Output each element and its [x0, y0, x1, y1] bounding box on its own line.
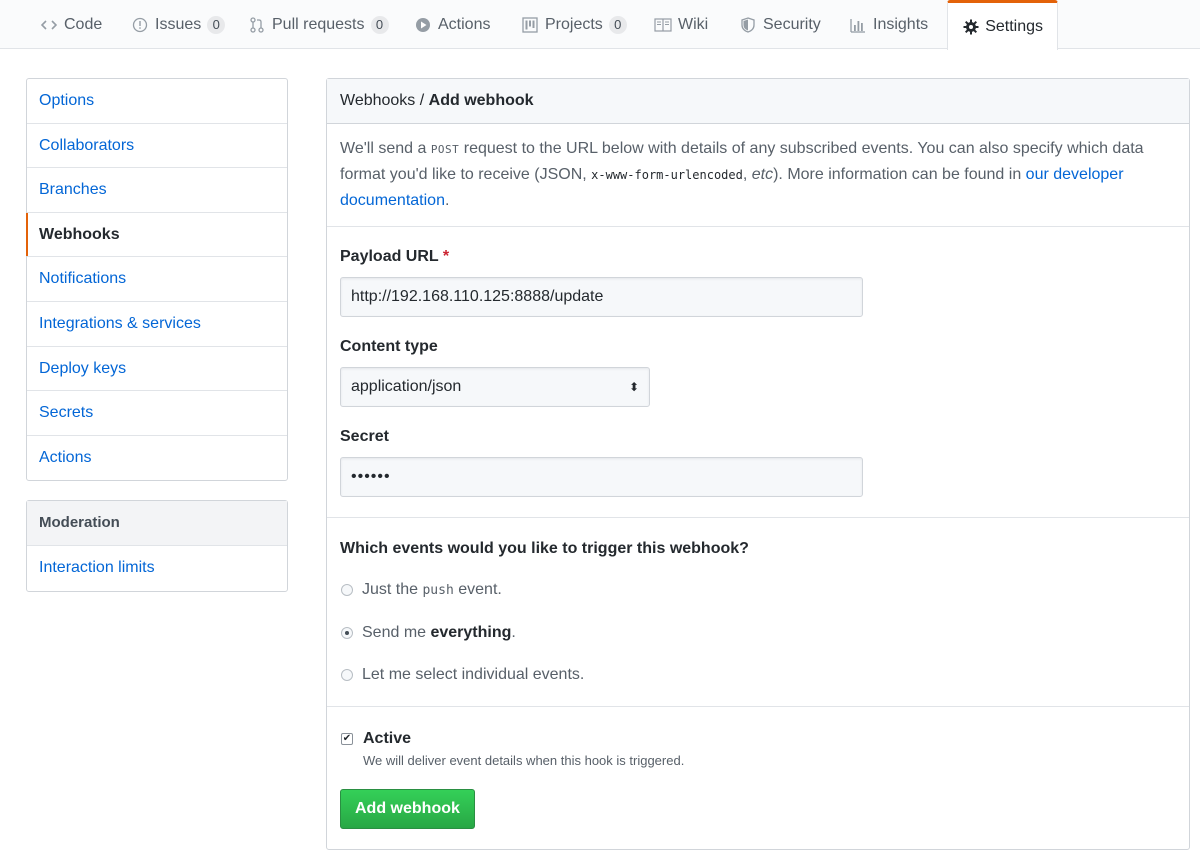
push-event-label: Just the push event.	[362, 581, 502, 599]
sidebar-item-options[interactable]: Options	[27, 79, 287, 124]
tab-projects[interactable]: Projects 0	[521, 0, 627, 49]
active-section: ✔ Active We will deliver event details w…	[327, 707, 1189, 847]
webhook-fields: Payload URL * http://192.168.110.125:888…	[327, 227, 1189, 518]
intro-text: We'll send a POST request to the URL bel…	[327, 124, 1189, 227]
tab-label: Issues	[155, 15, 202, 33]
repo-nav-tabs: Code Issues 0 Pull requests 0 Actions Pr…	[0, 0, 1200, 50]
option-text: Send me	[362, 624, 431, 641]
payload-url-label-text: Payload URL	[340, 248, 439, 265]
secret-label: Secret	[340, 428, 389, 445]
moderation-heading: Moderation	[27, 501, 287, 546]
tab-label: Projects	[545, 15, 603, 33]
intro-text-part: ,	[742, 166, 752, 183]
tab-label: Wiki	[678, 15, 709, 33]
event-option-individual[interactable]: Let me select individual events.	[341, 666, 584, 684]
post-method: POST	[430, 143, 460, 156]
everything-bold: everything	[430, 624, 512, 641]
event-option-push[interactable]: Just the push event.	[341, 581, 502, 599]
payload-url-label: Payload URL *	[340, 248, 449, 266]
option-text: .	[511, 624, 516, 641]
pull-requests-count-badge: 0	[370, 15, 389, 34]
everything-event-label: Send me everything.	[362, 624, 516, 642]
event-option-everything[interactable]: Send me everything.	[341, 624, 516, 642]
active-note: We will deliver event details when this …	[363, 753, 685, 768]
sidebar-item-collaborators[interactable]: Collaborators	[27, 124, 287, 169]
content-type-label: Content type	[340, 338, 438, 355]
required-mark: *	[442, 248, 450, 265]
sidebar-item-deploy-keys[interactable]: Deploy keys	[27, 347, 287, 392]
push-event-radio[interactable]	[341, 584, 353, 596]
breadcrumb-parent: Webhooks	[340, 92, 416, 109]
add-webhook-form: Webhooks / Add webhook We'll send a POST…	[326, 78, 1190, 850]
gear-icon	[962, 18, 979, 36]
active-checkbox[interactable]: ✔	[341, 733, 353, 745]
sidebar-item-branches[interactable]: Branches	[27, 168, 287, 213]
sidebar-item-actions[interactable]: Actions	[27, 436, 287, 481]
sidebar-item-integrations[interactable]: Integrations & services	[27, 302, 287, 347]
issues-count-badge: 0	[207, 15, 226, 34]
tab-label: Settings	[985, 17, 1043, 35]
tab-issues[interactable]: Issues 0	[131, 0, 226, 49]
tab-code[interactable]: Code	[40, 0, 102, 49]
select-arrows-icon: ⬍	[628, 380, 639, 394]
breadcrumb-separator: /	[415, 92, 429, 109]
option-text: event.	[453, 581, 502, 598]
tab-actions[interactable]: Actions	[414, 0, 490, 49]
individual-event-radio[interactable]	[341, 669, 353, 681]
tab-label: Actions	[438, 15, 491, 33]
push-code: push	[422, 583, 454, 598]
settings-sidebar: Options Collaborators Branches Webhooks …	[26, 78, 288, 482]
content-type-select[interactable]: application/json ⬍	[340, 367, 650, 407]
format-code: x-www-form-urlencoded	[591, 168, 743, 182]
pull-request-icon	[248, 16, 266, 34]
active-label: Active	[363, 730, 412, 747]
sidebar-item-webhooks[interactable]: Webhooks	[26, 212, 287, 258]
content-type-value: application/json	[351, 378, 462, 395]
breadcrumb: Webhooks / Add webhook	[327, 79, 1189, 124]
code-icon	[40, 16, 58, 34]
tab-insights[interactable]: Insights	[849, 0, 928, 49]
tab-label: Code	[64, 15, 103, 33]
project-icon	[521, 16, 539, 34]
tab-settings[interactable]: Settings	[947, 0, 1058, 50]
etc-text: etc	[751, 166, 774, 183]
sidebar-item-notifications[interactable]: Notifications	[27, 257, 287, 302]
shield-icon	[739, 16, 757, 34]
tab-label: Security	[763, 15, 821, 33]
graph-icon	[849, 16, 867, 34]
issue-icon	[131, 16, 149, 34]
secret-input[interactable]: ••••••	[340, 457, 863, 497]
tab-label: Insights	[873, 15, 929, 33]
option-text: Just the	[362, 581, 423, 598]
intro-text-part: ). More information can be found in	[773, 166, 1026, 183]
tab-security[interactable]: Security	[739, 0, 821, 49]
projects-count-badge: 0	[608, 15, 627, 34]
tab-wiki[interactable]: Wiki	[654, 0, 708, 49]
payload-url-input[interactable]: http://192.168.110.125:8888/update	[340, 277, 863, 317]
active-toggle[interactable]: ✔ Active	[341, 730, 411, 748]
book-icon	[654, 16, 672, 34]
sidebar-item-interaction-limits[interactable]: Interaction limits	[27, 546, 287, 591]
individual-event-label: Let me select individual events.	[362, 666, 585, 683]
events-section: Which events would you like to trigger t…	[327, 518, 1189, 707]
events-question: Which events would you like to trigger t…	[340, 540, 749, 557]
moderation-sidebar: Moderation Interaction limits	[26, 500, 288, 592]
page-title: Add webhook	[428, 92, 534, 109]
intro-text-part: .	[444, 192, 450, 209]
add-webhook-button[interactable]: Add webhook	[340, 789, 475, 829]
sidebar-item-secrets[interactable]: Secrets	[27, 391, 287, 436]
tab-label: Pull requests	[272, 15, 365, 33]
tab-pull-requests[interactable]: Pull requests 0	[248, 0, 389, 49]
play-icon	[414, 16, 432, 34]
everything-event-radio[interactable]	[341, 627, 353, 639]
intro-text-part: We'll send a	[340, 140, 431, 157]
